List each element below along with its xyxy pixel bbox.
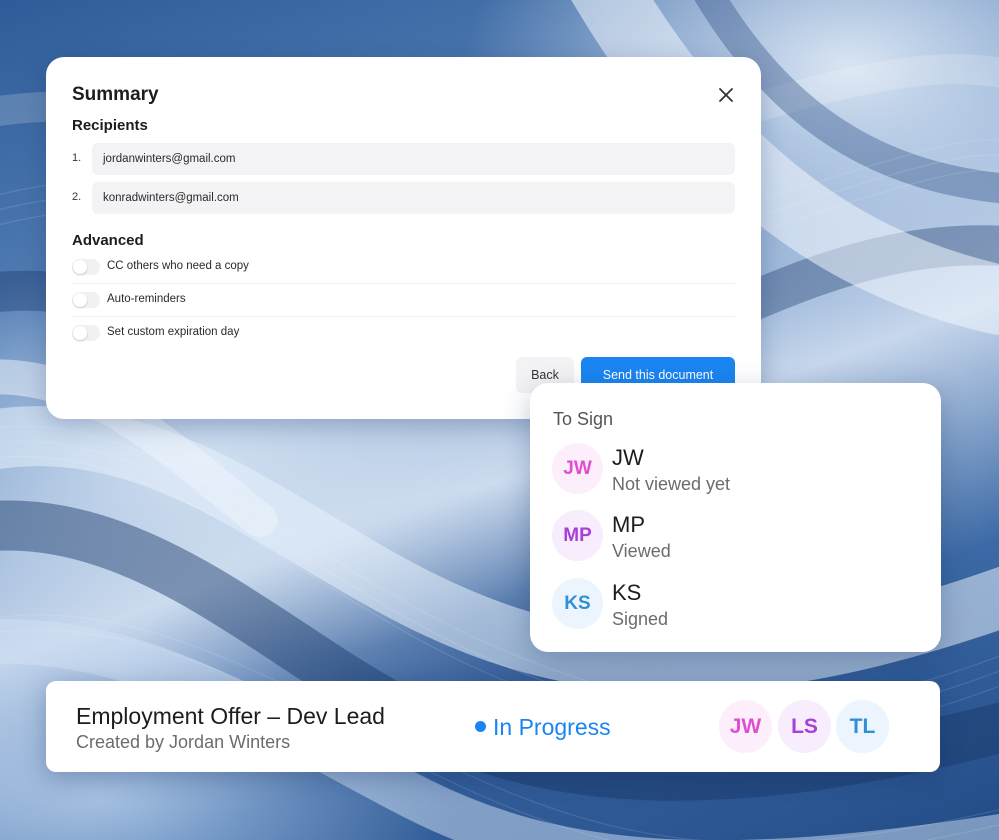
option-row-cc: CC others who need a copy xyxy=(72,251,735,284)
signer-row: JW JW Not viewed yet xyxy=(552,443,922,497)
to-sign-panel: To Sign JW JW Not viewed yet MP MP Viewe… xyxy=(530,383,941,652)
signer-row: KS KS Signed xyxy=(552,578,922,632)
signer-name: MP xyxy=(612,512,645,537)
dialog-title: Summary xyxy=(72,84,159,105)
recipients-heading: Recipients xyxy=(72,117,148,134)
signer-name: JW xyxy=(612,445,644,470)
recipient-row: 2. konradwinters@gmail.com xyxy=(72,182,735,214)
avatar: LS xyxy=(778,700,831,753)
summary-dialog: Summary Recipients 1. jordanwinters@gmai… xyxy=(46,57,761,419)
avatar: JW xyxy=(552,443,603,494)
signer-name: KS xyxy=(612,580,642,605)
avatar: MP xyxy=(552,510,603,561)
advanced-heading: Advanced xyxy=(72,232,144,249)
option-label: Auto-reminders xyxy=(107,293,186,305)
status-dot-icon xyxy=(475,721,486,732)
avatar: KS xyxy=(552,578,603,629)
option-row-reminders: Auto-reminders xyxy=(72,284,735,317)
recipient-number: 2. xyxy=(72,191,82,203)
cc-toggle[interactable] xyxy=(72,259,100,275)
document-creator: Created by Jordan Winters xyxy=(76,732,291,752)
close-button[interactable] xyxy=(714,83,738,107)
document-card[interactable]: Employment Offer – Dev Lead Created by J… xyxy=(46,681,940,772)
auto-reminders-toggle[interactable] xyxy=(72,292,100,308)
recipient-number: 1. xyxy=(72,152,82,164)
signer-status: Signed xyxy=(612,609,669,629)
option-row-expiration: Set custom expiration day xyxy=(72,317,735,350)
signer-status: Not viewed yet xyxy=(612,474,731,494)
to-sign-heading: To Sign xyxy=(553,409,614,429)
expiration-toggle[interactable] xyxy=(72,325,100,341)
signer-row: MP MP Viewed xyxy=(552,510,922,564)
option-label: Set custom expiration day xyxy=(107,326,240,338)
option-label: CC others who need a copy xyxy=(107,260,249,272)
document-title: Employment Offer – Dev Lead xyxy=(76,703,385,729)
recipient-row: 1. jordanwinters@gmail.com xyxy=(72,143,735,175)
recipient-email-field[interactable]: konradwinters@gmail.com xyxy=(92,182,735,214)
signer-status: Viewed xyxy=(612,541,671,561)
status-badge: In Progress xyxy=(493,714,611,740)
avatar: TL xyxy=(836,700,889,753)
close-icon xyxy=(719,88,733,102)
recipient-email-field[interactable]: jordanwinters@gmail.com xyxy=(92,143,735,175)
avatar: JW xyxy=(719,700,772,753)
